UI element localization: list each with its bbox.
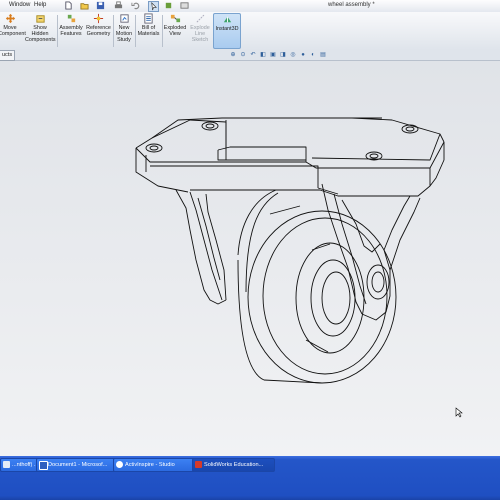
activinspire-icon — [116, 461, 123, 468]
motion-study-icon — [119, 14, 129, 23]
instant3d-button[interactable]: Instant3D — [213, 13, 241, 49]
explode-line-sketch-button[interactable]: Explode Line Sketch — [188, 13, 212, 44]
exploded-view-label: Exploded View — [163, 25, 187, 38]
show-hidden-components-label: Show Hidden Components — [25, 25, 56, 44]
tab-products[interactable]: ucts — [0, 50, 16, 61]
taskbar-item-label: SolidWorks Education... — [204, 462, 264, 468]
graphics-area[interactable] — [0, 61, 500, 456]
exploded-view-icon — [170, 14, 180, 23]
instant3d-label: Instant3D — [215, 26, 239, 32]
rebuild-icon[interactable] — [164, 1, 173, 10]
word-icon — [39, 461, 48, 470]
taskbar-item[interactable]: Document1 - Microsof... — [36, 458, 119, 472]
heads-up-view-toolbar: ⊕ ⊙ ↶ ◧ ▣ ◨ ◎ ● ◐ ▤ — [229, 51, 329, 61]
bill-of-materials-icon — [144, 13, 153, 24]
hide-show-icon[interactable]: ◎ — [289, 51, 297, 59]
show-hidden-components-button[interactable]: Show Hidden Components — [25, 13, 56, 44]
previous-view-icon[interactable]: ↶ — [249, 51, 257, 59]
command-manager-ribbon: Move Component Show Hidden Components As… — [0, 12, 500, 60]
view-orientation-icon[interactable]: ▣ — [269, 51, 277, 59]
view-settings-icon[interactable]: ▤ — [319, 51, 327, 59]
new-document-icon[interactable] — [64, 1, 73, 10]
mouse-cursor-icon — [455, 407, 463, 418]
move-component-label: Move Component — [0, 25, 26, 38]
menu-window[interactable]: Window — [9, 2, 30, 8]
assembly-features-icon — [67, 14, 75, 23]
taskbar-item[interactable]: SolidWorks Education... — [192, 458, 275, 472]
display-style-icon[interactable]: ◨ — [279, 51, 287, 59]
instant3d-icon — [223, 16, 231, 23]
move-component-icon — [5, 13, 15, 24]
assembly-features-button[interactable]: Assembly Features — [58, 13, 84, 37]
bill-of-materials-label: Bill of Materials — [137, 25, 160, 38]
move-component-button[interactable]: Move Component — [0, 13, 26, 37]
reference-geometry-icon — [93, 13, 104, 24]
new-motion-study-label: New Motion Study — [115, 25, 133, 44]
scene-icon[interactable]: ◐ — [309, 51, 317, 59]
section-view-icon[interactable]: ◧ — [259, 51, 267, 59]
window-icon — [3, 461, 10, 468]
solidworks-icon — [195, 461, 202, 468]
save-icon[interactable] — [96, 1, 105, 10]
print-icon[interactable] — [114, 1, 123, 10]
appearance-icon[interactable]: ● — [299, 51, 307, 59]
open-folder-icon[interactable] — [80, 1, 89, 10]
menu-help[interactable]: Help — [34, 2, 46, 8]
select-icon[interactable] — [148, 1, 159, 12]
show-hidden-components-icon — [35, 15, 45, 23]
options-icon[interactable] — [180, 1, 189, 10]
windows-taskbar: ...nthoff) ... Document1 - Microsof... A… — [0, 456, 500, 500]
explode-line-sketch-icon — [196, 14, 204, 23]
document-title: wheel assembly * — [328, 2, 375, 8]
taskbar-item-label: Document1 - Microsof... — [48, 462, 108, 468]
reference-geometry-label: Reference Geometry — [86, 25, 111, 38]
taskbar-item-label: ActivInspire - Studio — [125, 462, 175, 468]
reference-geometry-button[interactable]: Reference Geometry — [85, 13, 112, 37]
zoom-area-icon[interactable]: ⊙ — [239, 51, 247, 59]
bill-of-materials-button[interactable]: Bill of Materials — [136, 13, 161, 37]
assembly-features-label: Assembly Features — [59, 25, 83, 38]
new-motion-study-button[interactable]: New Motion Study — [114, 13, 134, 44]
zoom-to-fit-icon[interactable]: ⊕ — [229, 51, 237, 59]
taskbar-item[interactable]: ActivInspire - Studio — [113, 458, 200, 472]
undo-icon[interactable] — [131, 1, 140, 10]
explode-line-sketch-label: Explode Line Sketch — [190, 25, 210, 44]
exploded-view-button[interactable]: Exploded View — [163, 13, 187, 37]
caster-wheel-model[interactable] — [0, 61, 500, 456]
taskbar-item-label: ...nthoff) ... — [12, 462, 39, 468]
